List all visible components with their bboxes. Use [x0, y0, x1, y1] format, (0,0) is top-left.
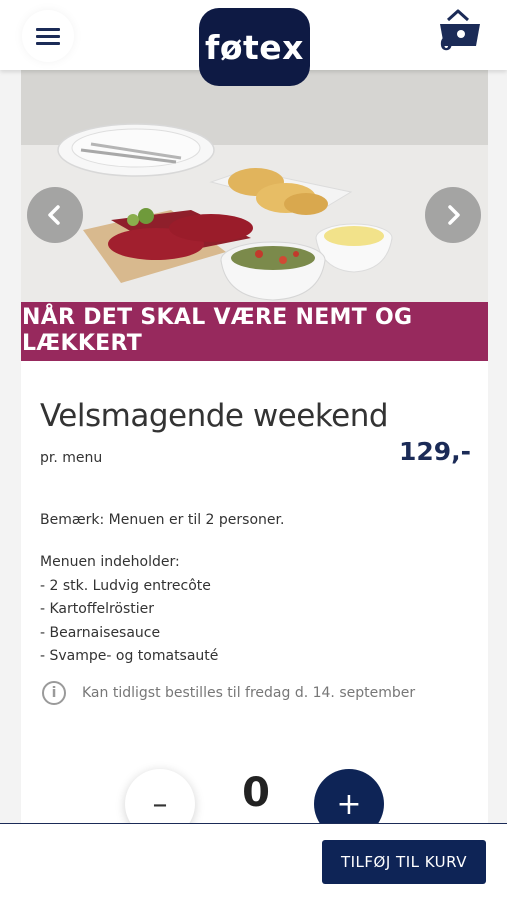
banner-line-1: NÅR DET SKAL VÆRE NEMT OG: [22, 305, 413, 330]
availability-info: i Kan tidligst bestilles til fredag d. 1…: [42, 681, 415, 705]
menu-contents: Menuen indeholder: - 2 stk. Ludvig entre…: [40, 551, 218, 669]
minus-icon: –: [152, 786, 168, 822]
hero-image: [21, 70, 488, 302]
plus-icon: +: [336, 786, 362, 822]
contents-item: - Bearnaisesauce: [40, 624, 161, 641]
info-icon: i: [42, 681, 66, 705]
contents-item: - Svampe- og tomatsauté: [40, 648, 219, 664]
promo-banner: NÅR DET SKAL VÆRE NEMT OG LÆKKERT: [21, 302, 488, 361]
chevron-right-icon: [448, 205, 460, 225]
menu-bar: [36, 34, 60, 38]
logo-text: føtex: [205, 27, 304, 67]
contents-item: - Kartoffelröstier: [40, 601, 155, 617]
carousel-next-button[interactable]: [425, 187, 481, 243]
menu-bar: [36, 41, 60, 45]
serving-note: Bemærk: Menuen er til 2 personer.: [40, 512, 285, 528]
food-photo: [21, 70, 488, 302]
page-background-right: [488, 70, 507, 830]
cart-button[interactable]: 0: [432, 8, 488, 58]
menu-bar: [36, 27, 60, 31]
add-to-cart-button[interactable]: TILFØJ TIL KURV: [322, 840, 486, 884]
availability-text: Kan tidligst bestilles til fredag d. 14.…: [82, 685, 416, 701]
chevron-left-icon: [48, 205, 60, 225]
cart-count-badge: 0: [440, 34, 453, 55]
contents-item: - 2 stk. Ludvig entrecôte: [40, 577, 211, 594]
product-title: Velsmagende weekend: [40, 398, 389, 434]
price-unit: pr. menu: [40, 450, 103, 466]
product-price: 129,-: [399, 437, 472, 466]
page-background-left: [0, 70, 21, 830]
contents-heading: Menuen indeholder:: [40, 554, 180, 570]
hamburger-menu-button[interactable]: [22, 10, 74, 62]
banner-line-2: LÆKKERT: [22, 331, 143, 356]
carousel-prev-button[interactable]: [27, 187, 83, 243]
quantity-value: 0: [242, 770, 270, 816]
sticky-footer: TILFØJ TIL KURV: [0, 823, 507, 900]
fotex-logo[interactable]: føtex: [199, 8, 310, 86]
app-header: føtex 0: [0, 0, 507, 86]
